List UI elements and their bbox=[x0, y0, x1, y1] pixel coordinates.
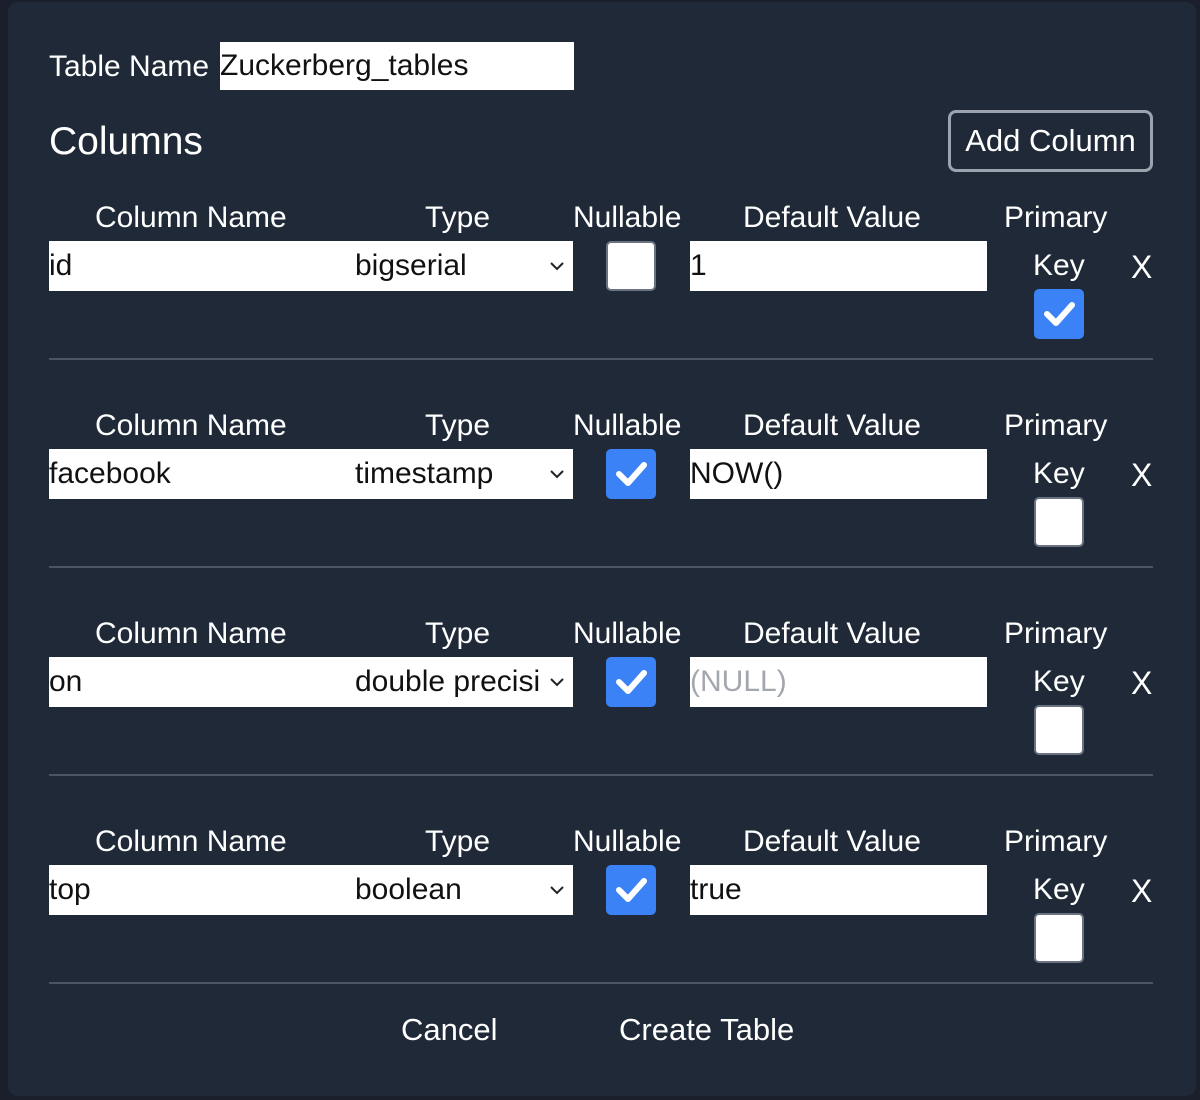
nullable-checkbox[interactable] bbox=[606, 241, 656, 291]
table-name-label: Table Name bbox=[49, 50, 210, 83]
column-name-input[interactable]: facebook bbox=[49, 449, 339, 499]
nullable-checkbox[interactable] bbox=[606, 865, 656, 915]
remove-column-button[interactable]: X bbox=[1131, 873, 1152, 909]
remove-column-button[interactable]: X bbox=[1131, 249, 1152, 285]
column-name-header: Column Name bbox=[95, 201, 287, 234]
type-header: Type bbox=[425, 617, 491, 650]
default-value-input[interactable]: (NULL) bbox=[690, 657, 987, 707]
table-name-input[interactable]: Zuckerberg_tables bbox=[220, 42, 574, 90]
default-value-header: Default Value bbox=[743, 201, 921, 234]
type-header: Type bbox=[425, 825, 491, 858]
create-table-button[interactable]: Create Table bbox=[619, 1011, 794, 1049]
primary-key-checkbox[interactable] bbox=[1034, 289, 1084, 339]
nullable-header: Nullable bbox=[573, 825, 682, 858]
remove-column-button[interactable]: X bbox=[1131, 665, 1152, 701]
primary-key-checkbox[interactable] bbox=[1034, 705, 1084, 755]
primary-key-checkbox[interactable] bbox=[1034, 913, 1084, 963]
default-value-header: Default Value bbox=[743, 409, 921, 442]
type-select-value: double precisi bbox=[355, 665, 541, 698]
chevron-down-icon bbox=[550, 470, 564, 479]
key-header: Key bbox=[1033, 873, 1085, 906]
column-name-input[interactable]: top bbox=[49, 865, 339, 915]
primary-key-checkbox[interactable] bbox=[1034, 497, 1084, 547]
row-divider bbox=[49, 566, 1153, 568]
remove-column-button[interactable]: X bbox=[1131, 457, 1152, 493]
type-select-value: bigserial bbox=[355, 249, 467, 282]
chevron-down-icon bbox=[550, 262, 564, 271]
row-divider bbox=[49, 982, 1153, 984]
nullable-header: Nullable bbox=[573, 409, 682, 442]
cancel-button[interactable]: Cancel bbox=[401, 1011, 498, 1049]
primary-header: Primary bbox=[1004, 617, 1108, 650]
primary-header: Primary bbox=[1004, 201, 1108, 234]
nullable-checkbox[interactable] bbox=[606, 449, 656, 499]
add-column-button[interactable]: Add Column bbox=[948, 110, 1153, 172]
nullable-header: Nullable bbox=[573, 201, 682, 234]
default-value-input[interactable]: 1 bbox=[690, 241, 987, 291]
row-divider bbox=[49, 358, 1153, 360]
key-header: Key bbox=[1033, 249, 1085, 282]
key-header: Key bbox=[1033, 457, 1085, 490]
column-name-header: Column Name bbox=[95, 617, 287, 650]
column-name-header: Column Name bbox=[95, 825, 287, 858]
nullable-header: Nullable bbox=[573, 617, 682, 650]
default-value-header: Default Value bbox=[743, 825, 921, 858]
column-name-input[interactable]: id bbox=[49, 241, 339, 291]
primary-header: Primary bbox=[1004, 409, 1108, 442]
default-value-input[interactable]: NOW() bbox=[690, 449, 987, 499]
column-name-header: Column Name bbox=[95, 409, 287, 442]
row-divider bbox=[49, 774, 1153, 776]
type-header: Type bbox=[425, 201, 491, 234]
default-value-header: Default Value bbox=[743, 617, 921, 650]
nullable-checkbox[interactable] bbox=[606, 657, 656, 707]
type-select-value: boolean bbox=[355, 873, 462, 906]
column-name-input[interactable]: on bbox=[49, 657, 339, 707]
key-header: Key bbox=[1033, 665, 1085, 698]
default-value-input[interactable]: true bbox=[690, 865, 987, 915]
columns-heading: Columns bbox=[49, 120, 203, 163]
chevron-down-icon bbox=[550, 678, 564, 687]
type-header: Type bbox=[425, 409, 491, 442]
primary-header: Primary bbox=[1004, 825, 1108, 858]
chevron-down-icon bbox=[550, 886, 564, 895]
type-select-value: timestamp bbox=[355, 457, 494, 490]
